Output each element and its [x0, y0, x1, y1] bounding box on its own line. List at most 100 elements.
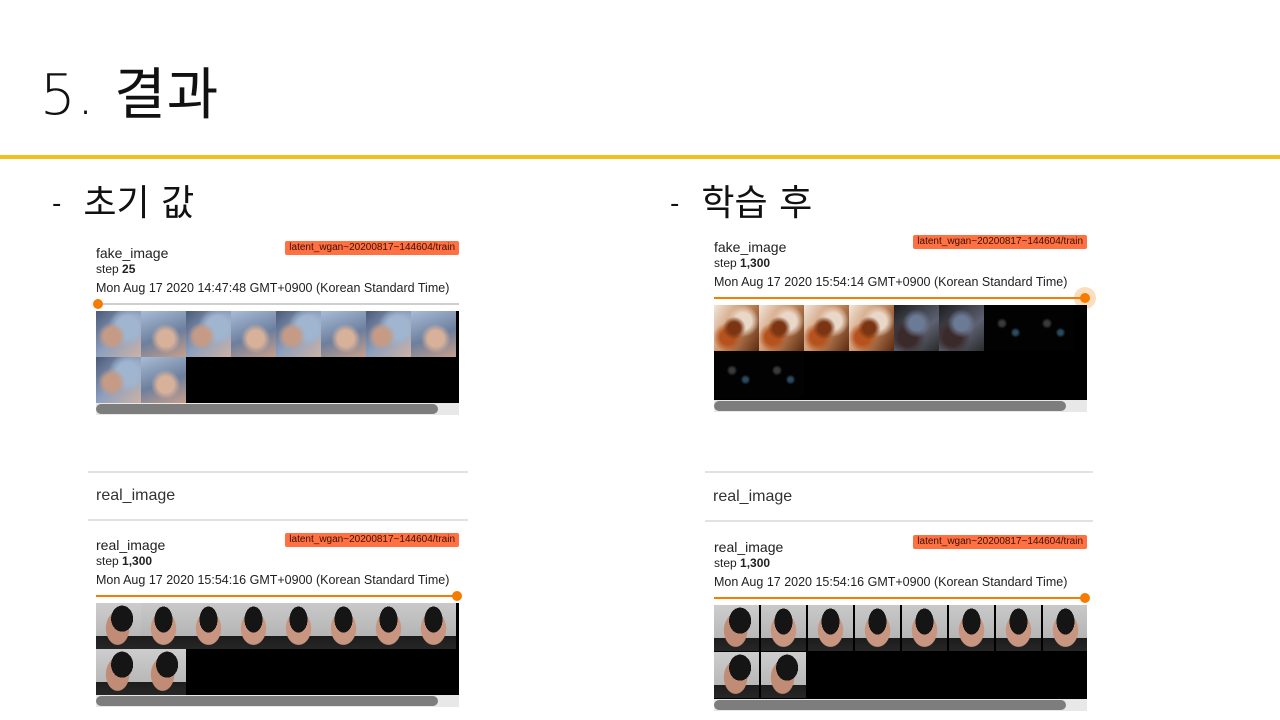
scrollbar-handle[interactable]: [714, 401, 1066, 411]
slider-track: [96, 303, 459, 305]
image-tile: [321, 311, 366, 357]
image-tile: [1029, 305, 1074, 351]
scrollbar-handle[interactable]: [96, 404, 438, 414]
image-tile: [321, 603, 366, 649]
image-tile: [141, 603, 186, 649]
step-word: step: [96, 554, 119, 568]
timestamp: Mon Aug 17 2020 15:54:14 GMT+0900 (Korea…: [714, 275, 1068, 289]
slider-track: [714, 597, 1087, 599]
slider-thumb[interactable]: [452, 591, 462, 601]
slider-track: [96, 595, 459, 597]
run-chip: latent_wgan~20200817~144604/train: [285, 241, 459, 255]
image-tile: [186, 311, 231, 357]
image-tile: [761, 605, 806, 651]
image-tile: [1043, 605, 1087, 651]
step-value: 25: [122, 262, 136, 276]
scrollbar-handle[interactable]: [714, 700, 1066, 710]
slider-thumb[interactable]: [1080, 293, 1090, 303]
image-tile: [276, 311, 321, 357]
group-label[interactable]: real_image: [96, 487, 175, 505]
step-value: 1,300: [740, 256, 771, 270]
image-tile: [855, 605, 900, 651]
image-tile: [141, 357, 186, 403]
image-grid: [714, 605, 1087, 699]
right-section-heading: - 학습 후: [670, 182, 812, 226]
bullet-dash: -: [670, 189, 680, 219]
image-tile: [231, 311, 276, 357]
image-tile: [714, 352, 759, 398]
image-tile: [96, 311, 141, 357]
image-tile: [902, 605, 947, 651]
divider: [88, 471, 468, 473]
step-value: 1,300: [122, 554, 153, 568]
image-tile: [804, 305, 849, 351]
horizontal-scrollbar[interactable]: [714, 400, 1087, 412]
step-slider[interactable]: [714, 592, 1090, 604]
image-tile: [808, 605, 853, 651]
left-fake-image-card: latent_wgan~20200817~144604/train fake_i…: [93, 241, 459, 415]
horizontal-scrollbar[interactable]: [96, 695, 459, 707]
image-tile: [849, 305, 894, 351]
step-word: step: [714, 556, 737, 570]
timestamp: Mon Aug 17 2020 15:54:16 GMT+0900 (Korea…: [714, 575, 1068, 589]
right-heading-text: 학습 후: [701, 183, 813, 224]
image-tile: [759, 352, 804, 398]
horizontal-scrollbar[interactable]: [714, 699, 1087, 711]
timestamp: Mon Aug 17 2020 15:54:16 GMT+0900 (Korea…: [96, 573, 450, 587]
title-divider: [0, 155, 1280, 159]
image-tile: [411, 311, 456, 357]
slider-thumb[interactable]: [1080, 593, 1090, 603]
left-real-image-card: latent_wgan~20200817~144604/train real_i…: [96, 533, 462, 707]
image-grid: [96, 603, 459, 695]
image-tile: [366, 311, 411, 357]
step-value: 1,300: [740, 556, 771, 570]
right-real-image-card: latent_wgan~20200817~144604/train real_i…: [714, 535, 1090, 711]
slider-track: [714, 297, 1087, 299]
image-tile: [761, 652, 806, 698]
timestamp: Mon Aug 17 2020 14:47:48 GMT+0900 (Korea…: [96, 281, 450, 295]
image-tile: [939, 305, 984, 351]
image-tile: [759, 305, 804, 351]
step-label: step 1,300: [714, 256, 1087, 270]
image-tile: [96, 649, 141, 695]
image-tile: [714, 652, 759, 698]
image-tile: [366, 603, 411, 649]
divider: [705, 471, 1093, 473]
image-tile: [984, 305, 1029, 351]
image-tile: [894, 305, 939, 351]
step-label: step 25: [96, 262, 459, 276]
step-slider[interactable]: [714, 292, 1090, 304]
run-chip: latent_wgan~20200817~144604/train: [913, 235, 1087, 249]
step-word: step: [714, 256, 737, 270]
image-tile: [276, 603, 321, 649]
run-chip: latent_wgan~20200817~144604/train: [913, 535, 1087, 549]
divider: [705, 520, 1093, 522]
image-tile: [949, 605, 994, 651]
image-tile: [186, 603, 231, 649]
left-section-heading: - 초기 값: [52, 182, 194, 226]
step-slider[interactable]: [96, 590, 462, 602]
step-label: step 1,300: [96, 554, 459, 568]
step-word: step: [96, 262, 119, 276]
image-tile: [231, 603, 276, 649]
image-tile: [96, 357, 141, 403]
run-chip: latent_wgan~20200817~144604/train: [285, 533, 459, 547]
scrollbar-handle[interactable]: [96, 696, 438, 706]
bullet-dash: -: [52, 189, 62, 219]
slide-title: 5. 결과: [40, 63, 220, 128]
image-grid: [714, 305, 1087, 400]
divider: [88, 519, 468, 521]
image-tile: [714, 305, 759, 351]
group-label[interactable]: real_image: [713, 488, 792, 506]
slider-thumb[interactable]: [93, 299, 103, 309]
step-label: step 1,300: [714, 556, 1087, 570]
image-grid: [96, 311, 459, 403]
image-tile: [96, 603, 141, 649]
step-slider[interactable]: [93, 298, 459, 310]
left-heading-text: 초기 값: [83, 183, 195, 224]
image-tile: [996, 605, 1041, 651]
image-tile: [714, 605, 759, 651]
image-tile: [411, 603, 456, 649]
right-fake-image-card: latent_wgan~20200817~144604/train fake_i…: [714, 235, 1090, 412]
horizontal-scrollbar[interactable]: [96, 403, 459, 415]
